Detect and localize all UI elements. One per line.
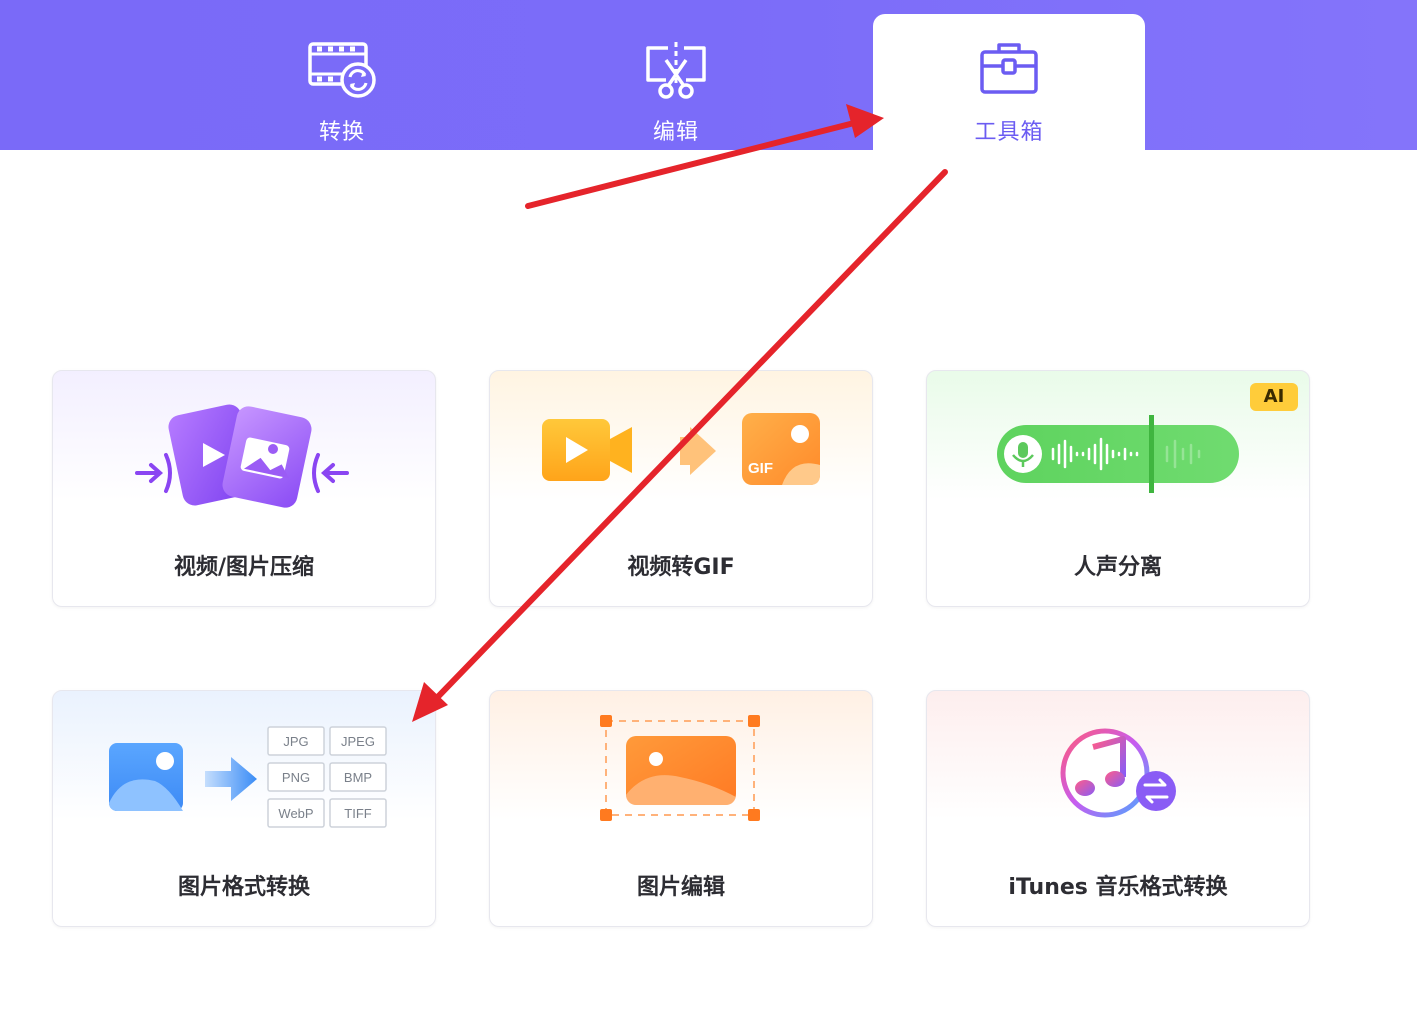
tool-card-video-to-gif[interactable]: GIF 视频转GIF xyxy=(489,370,873,607)
tool-card-image-edit[interactable]: 图片编辑 xyxy=(489,690,873,927)
tool-label: 视频转GIF xyxy=(627,555,735,580)
tab-edit[interactable]: 编辑 xyxy=(540,14,812,150)
tool-label: 视频/图片压缩 xyxy=(173,555,315,580)
tool-card-compress[interactable]: 视频/图片压缩 xyxy=(52,370,436,607)
tab-edit-label: 编辑 xyxy=(652,120,699,145)
format-label: PNG xyxy=(282,770,310,785)
toolbox-icon xyxy=(980,43,1038,94)
tool-label: iTunes 音乐格式转换 xyxy=(1008,875,1228,900)
scissors-edit-icon xyxy=(646,42,706,99)
compress-icon xyxy=(135,404,349,508)
video-to-gif-icon: GIF xyxy=(542,413,820,485)
image-edit-icon xyxy=(600,715,760,821)
tool-card-itunes-convert[interactable]: iTunes 音乐格式转换 xyxy=(926,690,1310,927)
format-label: JPG xyxy=(283,734,308,749)
format-label: TIFF xyxy=(344,806,371,821)
format-label: WebP xyxy=(278,806,313,821)
gif-icon-text: GIF xyxy=(748,460,773,477)
tool-label: 图片格式转换 xyxy=(177,875,310,900)
tab-toolbox-label: 工具箱 xyxy=(974,120,1044,145)
tool-card-image-format-convert[interactable]: JPG JPEG PNG BMP WebP TIFF 图片格式转换 xyxy=(52,690,436,927)
tool-label: 人声分离 xyxy=(1073,555,1162,580)
image-format-convert-icon: JPG JPEG PNG BMP WebP TIFF xyxy=(109,726,387,828)
video-convert-icon xyxy=(308,42,376,98)
tool-card-vocal-separation[interactable]: AI 人声分离 xyxy=(926,370,1310,607)
tab-convert[interactable]: 转换 xyxy=(206,14,478,150)
top-navigation-bar: 转换 编辑 工具箱 xyxy=(0,0,1417,150)
tab-convert-label: 转换 xyxy=(318,120,365,145)
format-label: JPEG xyxy=(341,734,375,749)
tool-label: 图片编辑 xyxy=(636,875,725,900)
tab-toolbox[interactable]: 工具箱 xyxy=(873,14,1145,150)
itunes-music-convert-icon xyxy=(1060,728,1176,818)
format-label: BMP xyxy=(344,770,372,785)
ai-badge: AI xyxy=(1250,383,1298,411)
